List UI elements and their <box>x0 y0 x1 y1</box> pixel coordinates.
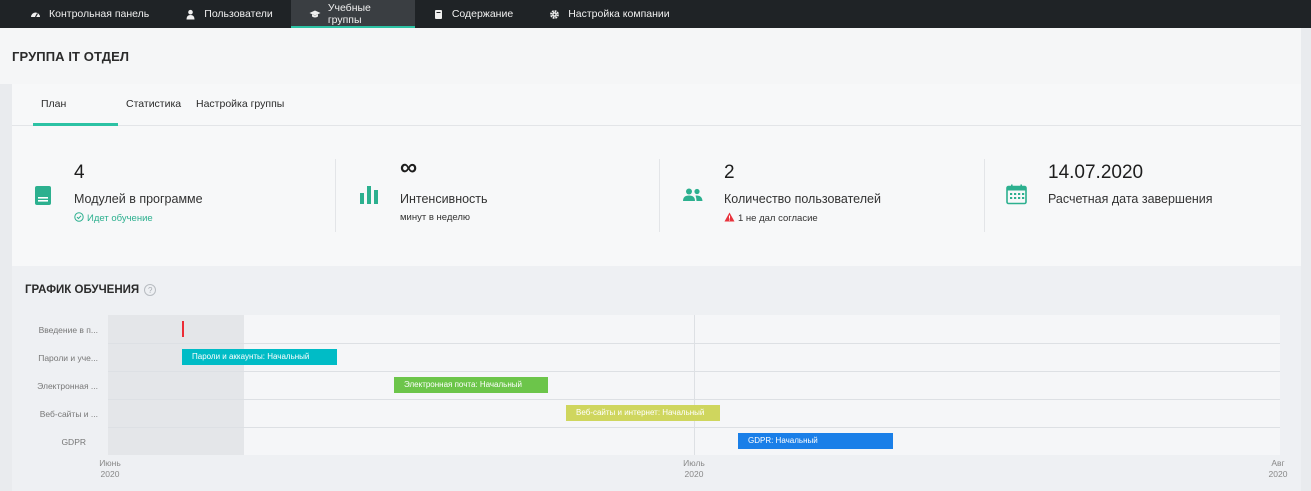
tab-group-settings[interactable]: Настройка группы <box>188 84 292 125</box>
bar-chart-icon <box>359 184 379 207</box>
dashboard-icon <box>30 9 41 20</box>
gear-icon <box>549 9 560 20</box>
warning-icon <box>724 212 735 225</box>
nav-content[interactable]: Содержание <box>415 0 531 28</box>
users-consent-text: 1 не дал согласие <box>738 213 818 224</box>
schedule-title-text: ГРАФИК ОБУЧЕНИЯ <box>25 284 140 296</box>
stat-divider <box>984 159 985 232</box>
axis-year: 2020 <box>100 469 120 479</box>
tab-learning-plan[interactable]: План обучения <box>33 84 118 150</box>
row-label: Пароли и уче... <box>38 353 98 363</box>
check-circle-icon <box>74 212 84 225</box>
tabs-bar: План обучения Статистика Настройка групп… <box>12 84 1301 150</box>
page-title: ГРУППА IT ОТДЕЛ <box>12 49 130 64</box>
stat-divider <box>659 159 660 232</box>
nav-company-settings-label: Настройка компании <box>568 8 670 20</box>
axis-month: Авг <box>1271 458 1285 468</box>
nav-users-label: Пользователи <box>204 8 273 20</box>
modules-status: Идет обучение <box>74 212 153 225</box>
nav-users[interactable]: Пользователи <box>167 0 291 28</box>
row-label: Веб-сайты и ... <box>39 409 98 419</box>
row-label: Электронная ... <box>37 381 98 391</box>
users-label: Количество пользователей <box>724 192 881 206</box>
users-count: 2 <box>724 162 735 183</box>
users-icon <box>682 188 703 205</box>
schedule-title: ГРАФИК ОБУЧЕНИЯ ? <box>25 284 157 296</box>
gantt-chart: Пароли и аккаунты: Начальный Электронная… <box>108 315 1280 455</box>
intro-module-marker[interactable] <box>182 321 184 337</box>
help-icon[interactable]: ? <box>144 284 157 296</box>
calendar-icon <box>1006 184 1027 208</box>
intensity-label: Интенсивность <box>400 192 488 206</box>
learning-schedule: ГРАФИК ОБУЧЕНИЯ ? Введение в п... Пароли… <box>12 266 1301 491</box>
nav-company-settings[interactable]: Настройка компании <box>531 0 687 28</box>
row-label: GDPR <box>61 437 86 447</box>
bar-passwords[interactable]: Пароли и аккаунты: Начальный <box>182 349 337 365</box>
modules-status-text: Идет обучение <box>87 213 153 224</box>
bar-gdpr[interactable]: GDPR: Начальный <box>738 433 893 449</box>
modules-label: Модулей в программе <box>74 192 203 206</box>
end-date-label: Расчетная дата завершения <box>1048 192 1213 206</box>
graduation-cap-icon <box>309 9 321 20</box>
nav-learning-groups-label: Учебные группы <box>327 2 371 26</box>
book-icon <box>433 9 444 20</box>
row-label: Введение в п... <box>38 325 98 335</box>
intensity-value: ∞ <box>400 154 418 181</box>
group-header: ГРУППА IT ОТДЕЛ <box>0 28 1301 84</box>
axis-label-august: Авг 2020 <box>1258 458 1298 480</box>
users-consent-warning: 1 не дал согласие <box>724 212 818 225</box>
modules-count: 4 <box>74 162 85 183</box>
axis-label-july: Июль 2020 <box>674 458 714 480</box>
bar-email[interactable]: Электронная почта: Начальный <box>394 377 548 393</box>
nav-dashboard-label: Контрольная панель <box>49 8 150 20</box>
user-icon <box>185 9 196 20</box>
book-icon <box>35 186 51 208</box>
nav-learning-groups[interactable]: Учебные группы <box>290 0 415 28</box>
grid-line <box>694 315 695 455</box>
nav-dashboard[interactable]: Контрольная панель <box>0 0 167 28</box>
top-navigation: Контрольная панель Пользователи Учебные … <box>0 0 1311 28</box>
axis-year: 2020 <box>1268 469 1288 479</box>
stat-divider <box>335 159 336 232</box>
intensity-unit: минут в неделю <box>400 212 471 223</box>
end-date-value: 14.07.2020 <box>1048 162 1144 183</box>
nav-content-label: Содержание <box>451 8 514 20</box>
axis-year: 2020 <box>684 469 704 479</box>
tab-statistics[interactable]: Статистика <box>118 84 189 125</box>
past-period-shade <box>108 315 244 455</box>
axis-month: Июль <box>683 458 705 468</box>
axis-month: Июнь <box>99 458 121 468</box>
axis-label-june: Июнь 2020 <box>90 458 130 480</box>
bar-websites[interactable]: Веб-сайты и интернет: Начальный <box>566 405 720 421</box>
stats-panel: 4 Модулей в программе Идет обучение ∞ Ин… <box>12 126 1301 266</box>
